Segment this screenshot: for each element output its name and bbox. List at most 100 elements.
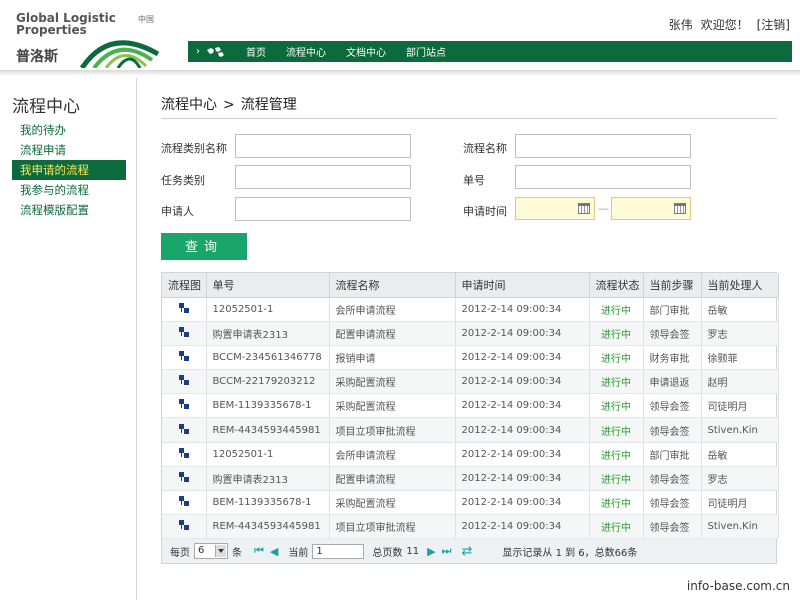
- applicant-input[interactable]: [235, 197, 411, 221]
- handler-cell: 司徒明月: [701, 393, 779, 419]
- order-number-cell: 12052501-1: [206, 297, 330, 322]
- table-row[interactable]: BEM-1139335678-1 采购配置流程 2012-2-14 09:00:…: [162, 490, 779, 516]
- per-page-unit: 条: [232, 547, 242, 559]
- column-header-handler[interactable]: 当前处理人: [701, 273, 779, 298]
- order-number-cell: BEM-1139335678-1: [206, 393, 330, 419]
- next-page-icon[interactable]: ▶: [427, 545, 435, 558]
- company-logo[interactable]: Global Logistic Properties 中国 普洛斯: [14, 10, 164, 68]
- handler-cell: Stiven.Kin: [701, 514, 779, 540]
- nav-item-home[interactable]: 首页: [246, 44, 266, 59]
- flow-diagram-icon[interactable]: [177, 495, 191, 507]
- sidebar: 流程中心 我的待办 流程申请 我申请的流程 我参与的流程 流程模版配置: [0, 78, 137, 600]
- logout-link[interactable]: [注销]: [757, 16, 790, 33]
- table-row[interactable]: REM-4434593445981 项目立项审批流程 2012-2-14 09:…: [162, 514, 779, 540]
- sidebar-item-template-config[interactable]: 流程模版配置: [12, 200, 126, 220]
- flow-diagram-cell: [162, 466, 207, 492]
- table-header-row: 流程图 单号 流程名称 申请时间 流程状态 当前步骤 当前处理人: [162, 273, 779, 298]
- apply-time-cell: 2012-2-14 09:00:34: [455, 345, 590, 371]
- handler-cell: 岳敏: [701, 442, 779, 467]
- apply-time-cell: 2012-2-14 09:00:34: [455, 297, 590, 322]
- status-cell: 进行中: [589, 514, 644, 540]
- order-number-cell: REM-4434593445981: [206, 417, 330, 443]
- status-cell: 进行中: [589, 442, 644, 467]
- column-header-status[interactable]: 流程状态: [589, 273, 644, 298]
- flow-diagram-icon[interactable]: [177, 326, 191, 338]
- flow-diagram-icon[interactable]: [177, 471, 191, 483]
- apply-time-cell: 2012-2-14 09:00:34: [455, 442, 590, 467]
- table-row[interactable]: BCCM-234561346778 报销申请 2012-2-14 09:00:3…: [162, 345, 779, 371]
- column-header-number[interactable]: 单号: [206, 273, 330, 298]
- flow-name-input[interactable]: [515, 134, 691, 158]
- flow-name-label: 流程名称: [463, 142, 507, 155]
- process-table: 流程图 单号 流程名称 申请时间 流程状态 当前步骤 当前处理人 1205250…: [161, 272, 779, 565]
- prev-page-icon[interactable]: ◀: [270, 545, 278, 558]
- flow-name-cell: 报销申请: [329, 345, 456, 371]
- table-row[interactable]: 12052501-1 会所申请流程 2012-2-14 09:00:34 进行中…: [162, 442, 779, 467]
- status-cell: 进行中: [589, 345, 644, 371]
- nav-item-process-center[interactable]: 流程中心: [286, 44, 326, 59]
- current-step-cell: 部门审批: [643, 297, 702, 322]
- status-cell: 进行中: [589, 393, 644, 419]
- order-number-cell: 购置申请表2313: [206, 466, 330, 492]
- table-row[interactable]: 购置申请表2313 配置申请流程 2012-2-14 09:00:34 进行中 …: [162, 466, 779, 492]
- status-cell: 进行中: [589, 297, 644, 322]
- status-cell: 进行中: [589, 369, 644, 395]
- apply-time-cell: 2012-2-14 09:00:34: [455, 490, 590, 516]
- breadcrumb: 流程中心 > 流程管理: [161, 94, 297, 114]
- order-number-cell: 购置申请表2313: [206, 321, 330, 346]
- column-header-diagram[interactable]: 流程图: [162, 273, 207, 298]
- flow-name-cell: 会所申请流程: [329, 297, 456, 322]
- current-step-cell: 领导会签: [643, 514, 702, 540]
- last-page-icon[interactable]: ⏭: [442, 544, 452, 558]
- chevron-down-icon[interactable]: [215, 545, 226, 558]
- flow-diagram-icon[interactable]: [177, 350, 191, 362]
- breadcrumb-parent[interactable]: 流程中心: [161, 97, 217, 113]
- flow-diagram-cell: [162, 417, 207, 443]
- flow-diagram-icon[interactable]: [177, 398, 191, 410]
- header-divider: [0, 70, 800, 76]
- welcome-text: 欢迎您！: [700, 18, 749, 32]
- handler-cell: 司徒明月: [701, 490, 779, 516]
- first-page-icon[interactable]: ⏮: [254, 544, 264, 558]
- flow-name-cell: 配置申请流程: [329, 321, 456, 346]
- sidebar-item-my-todo[interactable]: 我的待办: [12, 120, 126, 140]
- column-header-apply-time[interactable]: 申请时间: [455, 273, 590, 298]
- flow-name-cell: 配置申请流程: [329, 466, 456, 492]
- flow-diagram-icon[interactable]: [177, 374, 191, 386]
- nav-item-document-center[interactable]: 文档中心: [346, 44, 386, 59]
- category-input[interactable]: [235, 134, 411, 158]
- sidebar-item-my-applications[interactable]: 我申请的流程: [12, 160, 126, 180]
- order-number-input[interactable]: [515, 165, 691, 189]
- flow-diagram-icon[interactable]: [177, 302, 191, 314]
- refresh-icon[interactable]: ⇄: [461, 544, 472, 559]
- table-row[interactable]: 购置申请表2313 配置申请流程 2012-2-14 09:00:34 进行中 …: [162, 321, 779, 346]
- current-page-input[interactable]: 1: [312, 543, 365, 559]
- start-date-input[interactable]: [515, 197, 595, 220]
- flow-diagram-icon[interactable]: [177, 423, 191, 435]
- table-row[interactable]: BCCM-22179203212 采购配置流程 2012-2-14 09:00:…: [162, 369, 779, 395]
- per-page-select[interactable]: 6: [194, 543, 228, 560]
- task-type-input[interactable]: [235, 165, 411, 189]
- handler-cell: 岳敏: [701, 297, 779, 322]
- query-button[interactable]: 查询: [161, 233, 247, 260]
- column-header-flow-name[interactable]: 流程名称: [329, 273, 456, 298]
- status-cell: 进行中: [589, 490, 644, 516]
- current-step-cell: 领导会签: [643, 417, 702, 443]
- task-type-label: 任务类别: [161, 174, 205, 187]
- column-header-current-step[interactable]: 当前步骤: [643, 273, 702, 298]
- sidebar-item-process-apply[interactable]: 流程申请: [12, 140, 126, 160]
- flow-diagram-icon[interactable]: [177, 447, 191, 459]
- table-row[interactable]: REM-4434593445981 项目立项审批流程 2012-2-14 09:…: [162, 417, 779, 443]
- calendar-icon[interactable]: [578, 203, 590, 214]
- table-row[interactable]: 12052501-1 会所申请流程 2012-2-14 09:00:34 进行中…: [162, 297, 779, 322]
- nav-item-department-sites[interactable]: 部门站点: [406, 44, 446, 59]
- flow-diagram-cell: [162, 297, 207, 322]
- flow-diagram-icon[interactable]: [177, 519, 191, 531]
- end-date-input[interactable]: [611, 197, 691, 220]
- calendar-icon[interactable]: [674, 203, 686, 214]
- logo-text-cn: 普洛斯: [16, 49, 58, 65]
- nav-arrow-icon: ›: [196, 46, 200, 57]
- current-step-cell: 领导会签: [643, 321, 702, 346]
- sidebar-item-my-participations[interactable]: 我参与的流程: [12, 180, 126, 200]
- table-row[interactable]: BEM-1139335678-1 采购配置流程 2012-2-14 09:00:…: [162, 393, 779, 419]
